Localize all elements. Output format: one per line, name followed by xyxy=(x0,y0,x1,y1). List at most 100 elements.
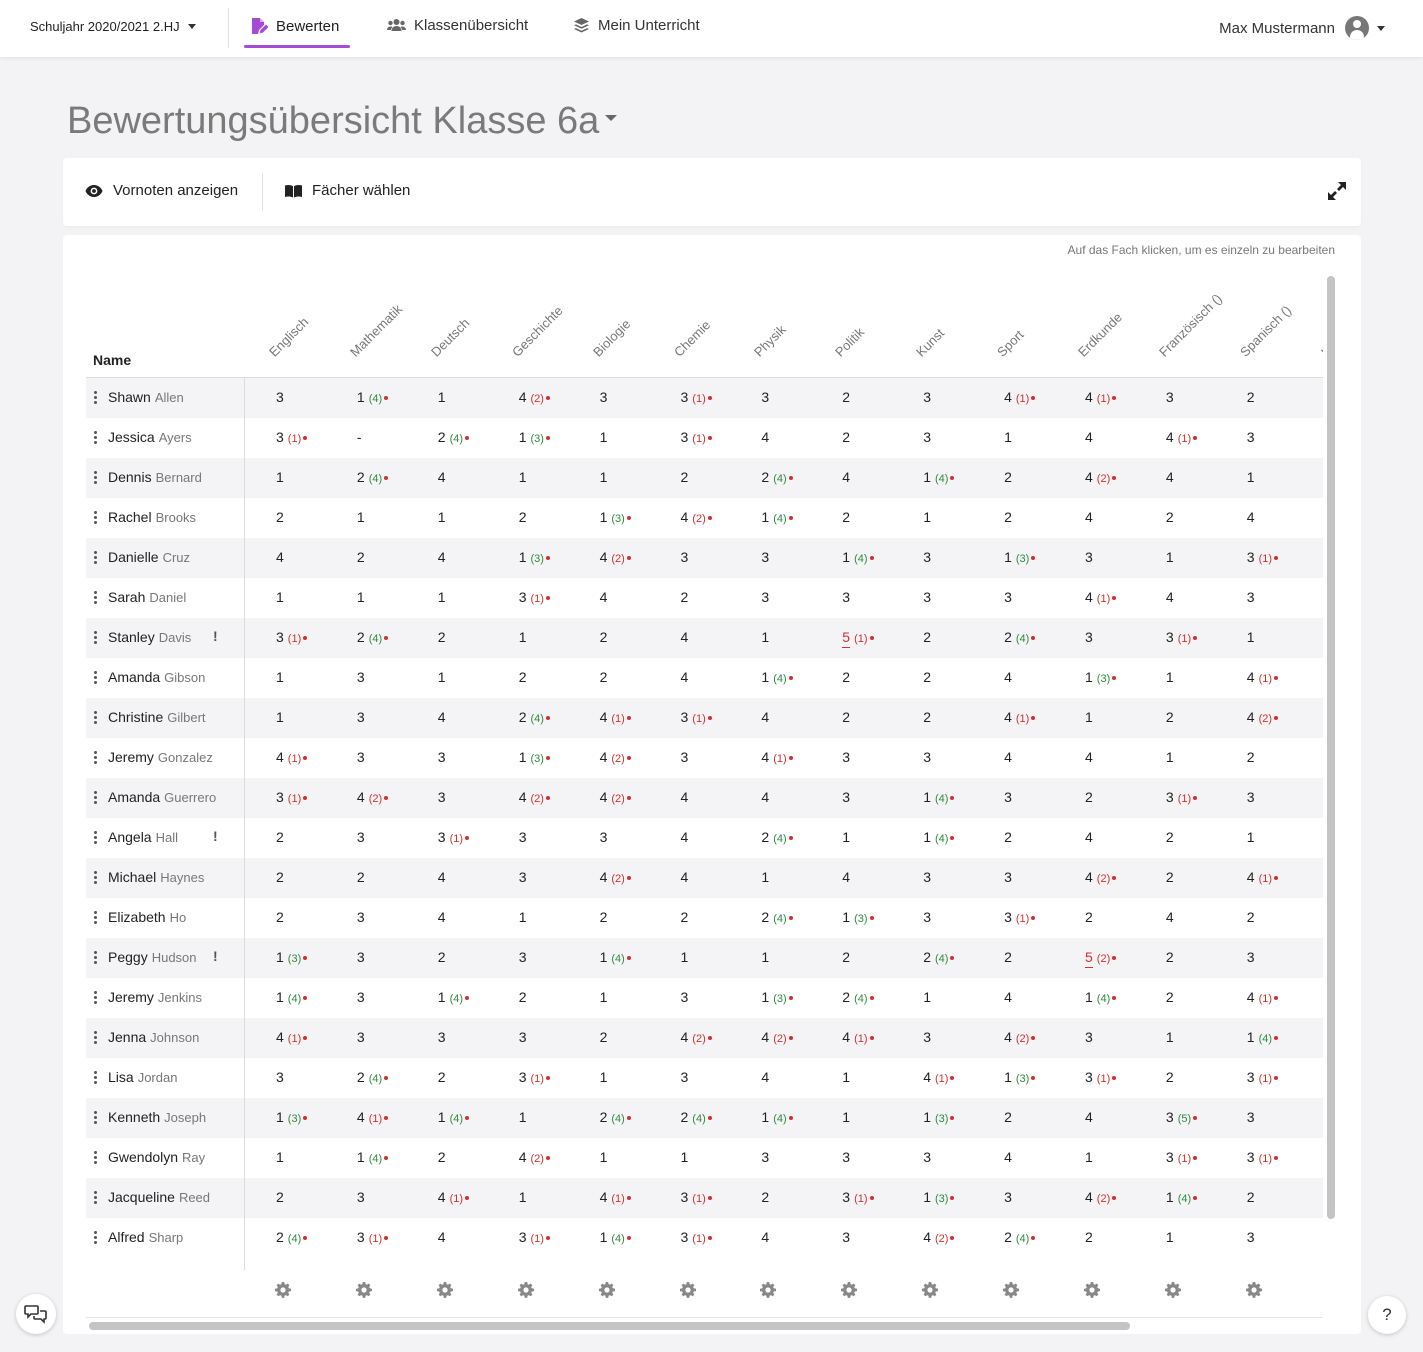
grade-cell[interactable]: 2 xyxy=(923,709,931,725)
grade-cell[interactable]: 1 xyxy=(600,429,608,445)
student-name[interactable]: Jeremy Gonzalez xyxy=(108,749,213,765)
student-name[interactable]: Jeremy Jenkins xyxy=(108,989,202,1005)
grade-cell[interactable]: 1 xyxy=(1085,709,1093,725)
grade-cell[interactable]: 3 xyxy=(600,389,608,405)
grade-cell[interactable]: 2 xyxy=(1085,909,1093,925)
grade-cell[interactable]: 1 (4) xyxy=(357,389,389,405)
drag-handle-icon[interactable] xyxy=(94,751,97,765)
grade-cell[interactable]: 4 (2) xyxy=(1247,709,1279,725)
grade-cell[interactable]: 4 xyxy=(600,589,608,605)
grade-cell[interactable]: 1 xyxy=(1166,549,1174,565)
grade-cell[interactable]: 4 (1) xyxy=(1004,389,1036,405)
drag-handle-icon[interactable] xyxy=(94,711,97,725)
grade-cell[interactable]: 4 xyxy=(1085,509,1093,525)
grade-cell[interactable]: 3 xyxy=(761,549,769,565)
column-settings-gear-icon[interactable] xyxy=(1164,1282,1181,1298)
grade-cell[interactable]: 3 xyxy=(1004,789,1012,805)
grade-cell[interactable]: 2 xyxy=(842,669,850,685)
grade-cell[interactable]: 3 (1) xyxy=(1166,629,1198,645)
drag-handle-icon[interactable] xyxy=(94,391,97,405)
grade-cell[interactable]: 1 xyxy=(600,469,608,485)
grade-cell[interactable]: 3 xyxy=(1247,429,1255,445)
grade-cell[interactable]: 4 (2) xyxy=(681,1029,712,1045)
nav-item-klassenuebersicht[interactable]: Klassenübersicht xyxy=(387,17,528,34)
subject-column-header[interactable]: Spanisch () xyxy=(1237,303,1294,360)
grade-cell[interactable]: 3 xyxy=(923,589,931,605)
drag-handle-icon[interactable] xyxy=(94,631,97,645)
grade-cell[interactable]: 1 (4) xyxy=(276,989,308,1005)
grade-cell[interactable]: 1 xyxy=(357,509,365,525)
student-name[interactable]: Jessica Ayers xyxy=(108,429,192,445)
grade-cell[interactable]: 3 xyxy=(681,989,689,1005)
grade-cell[interactable]: 3 xyxy=(357,1189,365,1205)
subject-column-header[interactable]: Geschichte xyxy=(509,303,566,360)
grade-cell[interactable]: 1 xyxy=(519,1189,527,1205)
grade-cell[interactable]: 2 xyxy=(1004,1109,1012,1125)
grade-cell[interactable]: 4 xyxy=(438,709,446,725)
grade-cell[interactable]: 1 xyxy=(1166,749,1174,765)
grade-cell[interactable]: 2 xyxy=(438,1069,446,1085)
grade-cell[interactable]: 2 xyxy=(357,549,365,565)
drag-handle-icon[interactable] xyxy=(94,511,97,525)
grade-cell[interactable]: 3 xyxy=(761,589,769,605)
grade-cell[interactable]: 1 xyxy=(276,1149,284,1165)
grade-cell[interactable]: 1 xyxy=(600,1069,608,1085)
grade-cell[interactable]: 2 (4) xyxy=(761,829,793,845)
grade-cell[interactable]: 2 xyxy=(1166,829,1174,845)
grade-cell[interactable]: 1 xyxy=(519,469,527,485)
grade-cell[interactable]: 2 (4) xyxy=(761,469,793,485)
grade-cell[interactable]: 3 (1) xyxy=(519,1069,550,1085)
drag-handle-icon[interactable] xyxy=(94,831,97,845)
drag-handle-icon[interactable] xyxy=(94,1031,97,1045)
drag-handle-icon[interactable] xyxy=(94,1111,97,1125)
grade-cell[interactable]: 1 xyxy=(276,469,284,485)
grade-cell[interactable]: 4 xyxy=(1004,989,1012,1005)
grade-cell[interactable]: 2 xyxy=(519,989,527,1005)
column-settings-gear-icon[interactable] xyxy=(922,1282,939,1298)
grade-cell[interactable]: 4 xyxy=(276,549,284,565)
student-name[interactable]: Christine Gilbert xyxy=(108,709,206,725)
grade-cell[interactable]: 4 (2) xyxy=(681,509,712,525)
grade-cell[interactable]: 2 (4) xyxy=(357,469,389,485)
grade-cell[interactable]: 4 (2) xyxy=(600,549,631,565)
grade-cell[interactable]: 2 xyxy=(1004,829,1012,845)
grade-cell[interactable]: 2 xyxy=(681,909,689,925)
student-name[interactable]: Amanda Guerrero xyxy=(108,789,216,805)
grade-cell[interactable]: 3 (1) xyxy=(1085,1069,1117,1085)
grade-cell[interactable]: 3 xyxy=(1085,1029,1093,1045)
grade-cell[interactable]: 4 (2) xyxy=(1085,1189,1117,1205)
grade-cell[interactable]: 4 (2) xyxy=(600,789,631,805)
grade-cell[interactable]: 1 (4) xyxy=(600,949,631,965)
grade-cell[interactable]: 1 (3) xyxy=(923,1189,955,1205)
grade-cell[interactable]: 4 (2) xyxy=(1085,469,1117,485)
grade-cell[interactable]: 1 xyxy=(1166,669,1174,685)
grade-cell[interactable]: 4 (1) xyxy=(600,709,631,725)
student-name[interactable]: Peggy Hudson xyxy=(108,949,197,965)
grade-cell[interactable]: 4 xyxy=(761,429,769,445)
grade-cell[interactable]: 3 xyxy=(923,909,931,925)
column-settings-gear-icon[interactable] xyxy=(841,1282,858,1298)
student-name[interactable]: Rachel Brooks xyxy=(108,509,196,525)
grade-cell[interactable]: 4 (1) xyxy=(600,1189,631,1205)
grade-cell[interactable]: 2 xyxy=(842,709,850,725)
grade-cell[interactable]: 2 xyxy=(1166,869,1174,885)
grade-cell[interactable]: 3 xyxy=(842,1149,850,1165)
drag-handle-icon[interactable] xyxy=(94,1231,97,1245)
grade-cell[interactable]: 3 xyxy=(276,1069,284,1085)
grade-cell[interactable]: 4 xyxy=(438,869,446,885)
grade-cell[interactable]: 4 (1) xyxy=(357,1109,389,1125)
grade-cell[interactable]: 4 xyxy=(1085,429,1093,445)
grade-cell[interactable]: 4 xyxy=(438,549,446,565)
grade-cell[interactable]: 3 xyxy=(1247,589,1255,605)
grade-cell[interactable]: 1 xyxy=(1085,1149,1093,1165)
student-name[interactable]: Lisa Jordan xyxy=(108,1069,177,1085)
grade-cell[interactable]: 2 xyxy=(276,509,284,525)
grade-cell[interactable]: 2 xyxy=(1085,1229,1093,1245)
grade-cell[interactable]: 2 (4) xyxy=(842,989,874,1005)
grade-cell[interactable]: 3 xyxy=(923,429,931,445)
column-settings-gear-icon[interactable] xyxy=(1245,1282,1262,1298)
chat-button[interactable] xyxy=(16,1294,56,1334)
grade-cell[interactable]: 1 (4) xyxy=(761,669,793,685)
grade-cell[interactable]: 3 xyxy=(1004,1189,1012,1205)
grade-cell[interactable]: 3 (1) xyxy=(681,709,712,725)
